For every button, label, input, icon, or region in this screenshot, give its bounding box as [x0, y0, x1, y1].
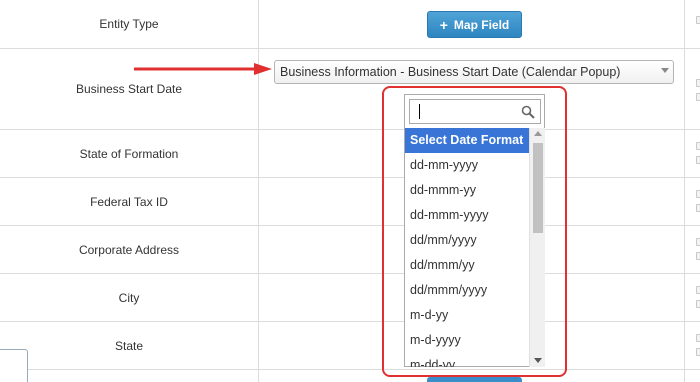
map-field-button[interactable]: + Map Field — [427, 11, 522, 38]
checkbox[interactable] — [696, 238, 700, 246]
checkbox[interactable] — [696, 252, 700, 260]
checkbox[interactable] — [696, 348, 700, 356]
checkbox[interactable] — [696, 190, 700, 198]
plus-icon: + — [439, 16, 448, 33]
checkbox[interactable] — [696, 204, 700, 212]
list-item[interactable]: m-d-yyyy — [405, 328, 529, 353]
list-item[interactable]: m-d-yy — [405, 303, 529, 328]
select-value: Business Information - Business Start Da… — [280, 65, 621, 79]
list-item[interactable]: dd-mmm-yyyy — [405, 203, 529, 228]
scroll-down-icon[interactable] — [534, 358, 542, 363]
field-label: Entity Type — [0, 0, 259, 48]
dropdown-search[interactable] — [409, 99, 541, 124]
field-mapping-table: Entity Type Business Start Date State of… — [0, 0, 700, 382]
scroll-up-icon[interactable] — [534, 131, 542, 136]
dropdown-scrollbar[interactable] — [529, 128, 545, 367]
list-item[interactable]: dd/mmm/yy — [405, 253, 529, 278]
checkbox[interactable] — [696, 142, 700, 150]
list-item[interactable]: dd-mm-yyyy — [405, 153, 529, 178]
search-input[interactable] — [410, 100, 520, 123]
text-cursor — [419, 104, 420, 119]
checkbox[interactable] — [696, 79, 700, 87]
table-row: Corporate Address — [0, 226, 700, 274]
table-row: State of Formation — [0, 130, 700, 178]
field-mapping-select[interactable]: Business Information - Business Start Da… — [274, 60, 674, 84]
list-item[interactable]: dd/mm/yyyy — [405, 228, 529, 253]
panel-frame — [0, 349, 28, 382]
field-label: Federal Tax ID — [0, 178, 259, 225]
list-item[interactable]: m-dd-yy — [405, 353, 529, 367]
table-row — [0, 370, 700, 382]
list-item[interactable]: dd-mmm-yy — [405, 178, 529, 203]
table-row: Federal Tax ID — [0, 178, 700, 226]
checkbox[interactable] — [696, 300, 700, 308]
checkbox[interactable] — [696, 156, 700, 164]
field-label: State — [0, 322, 259, 369]
list-item[interactable]: dd/mmm/yyyy — [405, 278, 529, 303]
checkbox[interactable] — [696, 334, 700, 342]
scroll-thumb[interactable] — [533, 143, 543, 233]
checkbox[interactable] — [696, 93, 700, 101]
list-item[interactable]: Select Date Format — [405, 128, 529, 153]
map-field-button-partial[interactable] — [427, 377, 522, 382]
checkbox[interactable] — [696, 16, 700, 24]
field-label: State of Formation — [0, 130, 259, 177]
search-icon — [521, 105, 535, 119]
date-format-list: Select Date Format dd-mm-yyyy dd-mmm-yy … — [405, 128, 529, 367]
field-label: Business Start Date — [0, 49, 259, 129]
checkbox[interactable] — [696, 286, 700, 294]
date-format-dropdown: Select Date Format dd-mm-yyyy dd-mmm-yy … — [404, 94, 545, 367]
table-row: Entity Type — [0, 0, 700, 49]
map-field-label: Map Field — [453, 17, 510, 32]
annotation-arrow-icon — [134, 63, 272, 75]
table-row: State — [0, 322, 700, 370]
field-label: City — [0, 274, 259, 321]
field-label: Corporate Address — [0, 226, 259, 273]
chevron-down-icon — [661, 68, 669, 73]
table-row: City — [0, 274, 700, 322]
